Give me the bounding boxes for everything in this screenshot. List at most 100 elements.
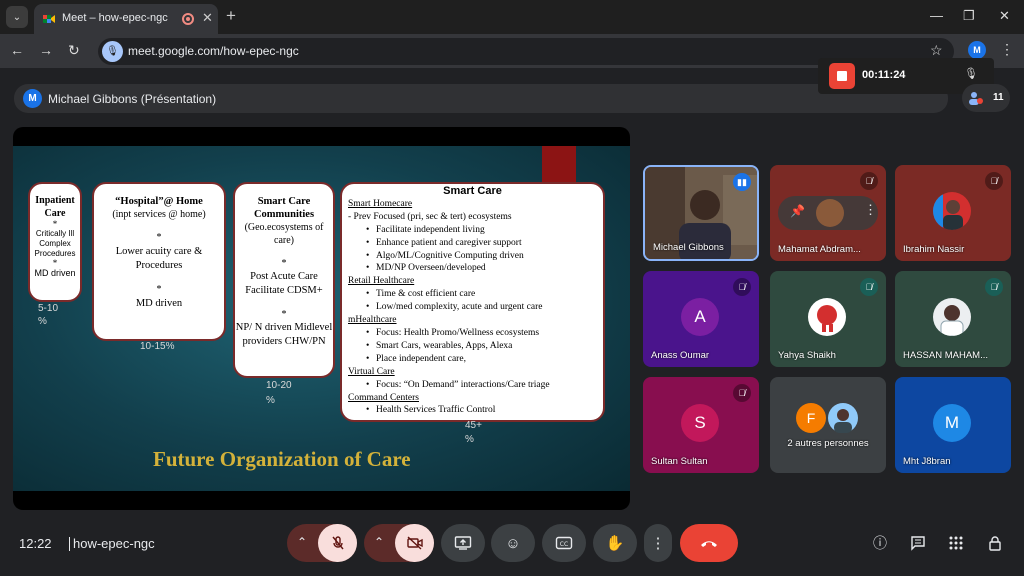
- section-heading: Virtual Care: [348, 366, 395, 377]
- present-button[interactable]: [441, 524, 485, 562]
- browser-tab[interactable]: Meet – how-epec-ngc ✕: [34, 4, 218, 34]
- bullet-line: Health Services Traffic Control: [348, 404, 597, 417]
- inpatient-care-box: Inpatient Care * Critically Ill Complex …: [28, 182, 82, 302]
- section-heading: Retail Healthcare: [348, 276, 415, 287]
- bookmark-star-icon[interactable]: ☆: [930, 42, 943, 59]
- box-star: *: [156, 232, 162, 243]
- more-vert-icon: ⋮: [650, 535, 666, 552]
- box-body: Critically Ill Complex Procedures: [34, 229, 76, 258]
- share-label: %: [266, 395, 275, 406]
- stop-recording-button[interactable]: [829, 63, 855, 89]
- more-options-button[interactable]: ⋮: [644, 524, 672, 562]
- participant-tile-others[interactable]: F 2 autres personnes: [770, 377, 886, 473]
- smart-care-communities-box: Smart Care Communities (Geo.ecosystems o…: [233, 182, 335, 378]
- camera-toggle-button[interactable]: [395, 524, 434, 562]
- hospital-at-home-box: “Hospital”@ Home (inpt services @ home) …: [92, 182, 226, 341]
- back-icon[interactable]: ←: [10, 42, 24, 58]
- presenter-label: Michael Gibbons (Présentation): [48, 92, 217, 106]
- mic-active-icon: 🎙: [102, 41, 123, 62]
- smart-care-box: Smart Care Smart Homecare - Prev Focused…: [340, 182, 605, 422]
- participant-tile[interactable]: 🎙̸ 📌 ⋮ Mahamat Abdram...: [770, 165, 886, 261]
- avatar: [828, 403, 858, 433]
- tab-search-button[interactable]: ⌄: [6, 6, 28, 28]
- mic-toggle-button[interactable]: [318, 524, 357, 562]
- bullet-line: Place independent care,: [348, 353, 597, 366]
- bullet-line: MD/NP Overseen/developed: [348, 262, 597, 275]
- mic-off-icon: 🎙̸: [733, 384, 751, 402]
- people-icon: [969, 92, 983, 105]
- presentation-screen[interactable]: Inpatient Care * Critically Ill Complex …: [13, 127, 630, 510]
- recording-timer: 00:11:24: [862, 69, 906, 81]
- section-heading: Smart Homecare: [348, 198, 413, 209]
- participants-button[interactable]: 11: [962, 84, 1010, 112]
- participant-tile[interactable]: 🎙̸ S Sultan Sultan: [643, 377, 759, 473]
- chat-icon[interactable]: [907, 532, 929, 554]
- host-controls-lock-icon[interactable]: [984, 532, 1006, 554]
- hand-icon: ✋: [605, 535, 625, 552]
- mic-off-icon: [331, 536, 344, 550]
- participant-name: Anass Oumar: [651, 350, 710, 361]
- participant-tile[interactable]: ▮▮ Michael Gibbons: [643, 165, 759, 261]
- meet-icon: [43, 15, 55, 23]
- tab-close-icon[interactable]: ✕: [202, 10, 213, 26]
- profile-avatar[interactable]: M: [968, 41, 986, 59]
- participant-name: Ibrahim Nassir: [903, 244, 965, 255]
- participant-name: Yahya Shaikh: [778, 350, 836, 361]
- raise-hand-button[interactable]: ✋: [593, 524, 637, 562]
- participant-name: Mahamat Abdram...: [778, 244, 861, 255]
- meeting-code: how-epec-ngc: [73, 536, 155, 551]
- box-star: *: [52, 219, 58, 229]
- participant-tile[interactable]: 🎙̸ HASSAN MAHAM...: [895, 271, 1011, 367]
- pin-icon[interactable]: 📌: [790, 204, 805, 218]
- participant-tile[interactable]: 🎙̸ Yahya Shaikh: [770, 271, 886, 367]
- box-subtitle: (Geo.ecosystems of care): [244, 222, 324, 246]
- restore-icon[interactable]: ❐: [963, 8, 975, 24]
- mic-off-icon: 🎙̸: [985, 172, 1003, 190]
- mic-control: ⌃: [287, 524, 357, 562]
- bullet-line: - Prev Focused (pri, sec & tert) ecosyst…: [348, 211, 512, 222]
- mic-off-icon: 🎙̸: [985, 278, 1003, 296]
- avatar: [933, 192, 971, 230]
- browser-menu-icon[interactable]: ⋮: [1000, 41, 1014, 58]
- slide-accent-bar: [542, 146, 576, 186]
- more-options-icon[interactable]: ⋮: [864, 202, 877, 218]
- presentation-banner[interactable]: M Michael Gibbons (Présentation): [14, 84, 948, 113]
- recording-indicator-icon: [182, 13, 194, 25]
- box-footer: MD driven: [34, 268, 76, 278]
- new-tab-button[interactable]: +: [226, 6, 236, 26]
- mic-options-chevron-icon[interactable]: ⌃: [297, 535, 307, 549]
- box-footer: MD driven: [135, 298, 183, 309]
- presenter-avatar: M: [23, 89, 42, 108]
- share-label: 10-15%: [140, 341, 175, 352]
- mic-off-icon: 🎙̸: [860, 278, 878, 296]
- forward-icon[interactable]: →: [39, 42, 53, 58]
- box-title: “Hospital”@ Home: [115, 196, 203, 207]
- bullet-line: Time & cost efficient care: [348, 288, 597, 301]
- call-controls-bar: 12:22 how-epec-ngc ⌃ ⌃ ☺ CC ✋ ⋮ ⓘ: [0, 520, 1024, 576]
- participant-tile[interactable]: 🎙̸ Ibrahim Nassir: [895, 165, 1011, 261]
- captions-button[interactable]: CC: [542, 524, 586, 562]
- participant-tile[interactable]: M Mht J8bran: [895, 377, 1011, 473]
- window-close-icon[interactable]: ✕: [999, 8, 1010, 24]
- participant-name: Sultan Sultan: [651, 456, 708, 467]
- participant-tile[interactable]: 🎙̸ A Anass Oumar: [643, 271, 759, 367]
- meeting-details-icon[interactable]: ⓘ: [869, 532, 891, 554]
- mic-off-icon: 🎙̸: [860, 172, 878, 190]
- avatar: M: [933, 404, 971, 442]
- share-label: %: [38, 316, 47, 327]
- participant-count: 11: [993, 92, 1004, 103]
- reload-icon[interactable]: ↻: [68, 42, 80, 59]
- box-subtitle: (inpt services @ home): [112, 209, 206, 220]
- reactions-button[interactable]: ☺: [491, 524, 535, 562]
- box-title: Inpatient Care: [35, 195, 75, 219]
- activities-icon[interactable]: [945, 532, 967, 554]
- camera-options-chevron-icon[interactable]: ⌃: [374, 535, 384, 549]
- tab-strip: ⌄ Meet – how-epec-ngc ✕ + — ❐ ✕: [0, 0, 1024, 34]
- svg-text:CC: CC: [560, 541, 568, 548]
- mic-icon[interactable]: 🎙: [964, 67, 978, 80]
- participant-name: Mht J8bran: [903, 456, 951, 467]
- minimize-icon[interactable]: —: [930, 8, 943, 23]
- bullet-line: Enhance patient and caregiver support: [348, 237, 597, 250]
- avatar: [816, 199, 844, 227]
- leave-call-button[interactable]: [680, 524, 738, 562]
